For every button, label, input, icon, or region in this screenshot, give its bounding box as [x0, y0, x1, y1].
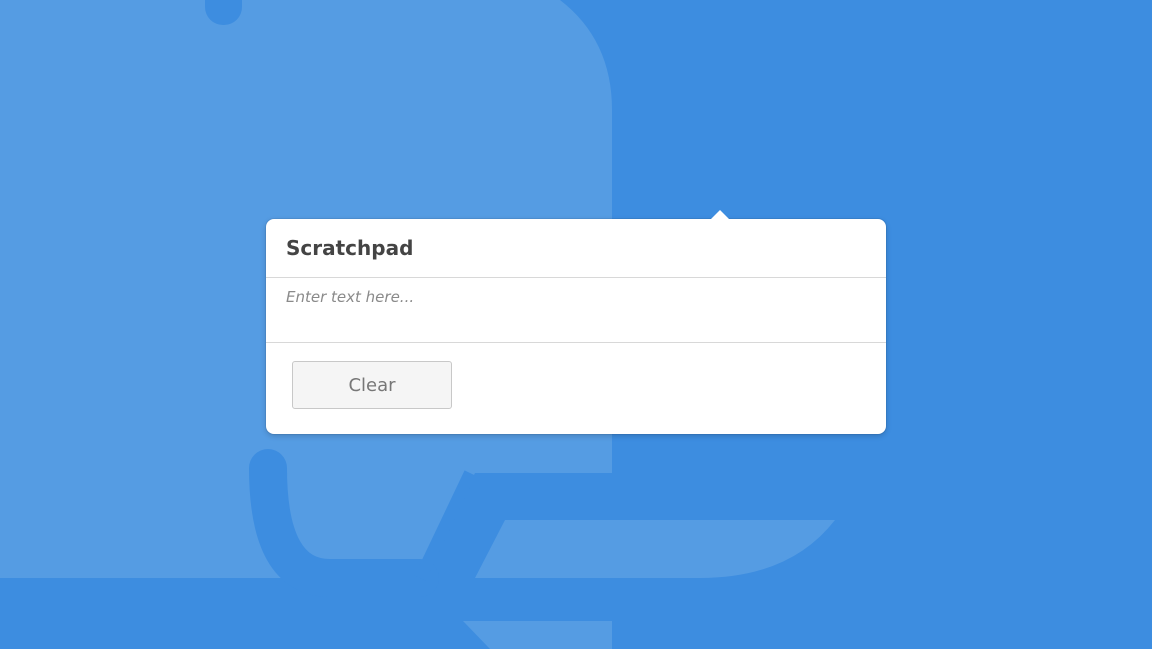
popover-footer: Clear: [266, 343, 886, 433]
popover-arrow: [711, 210, 729, 219]
background-small-slant: [463, 621, 612, 649]
scratchpad-popover: Scratchpad Clear: [266, 210, 886, 434]
clear-button[interactable]: Clear: [292, 361, 452, 409]
popover-header: Scratchpad: [266, 219, 886, 278]
scratchpad-text-input[interactable]: [266, 278, 886, 342]
popover-title: Scratchpad: [286, 236, 414, 260]
background-slant-shape: [475, 520, 835, 578]
popover-body: [266, 278, 886, 343]
